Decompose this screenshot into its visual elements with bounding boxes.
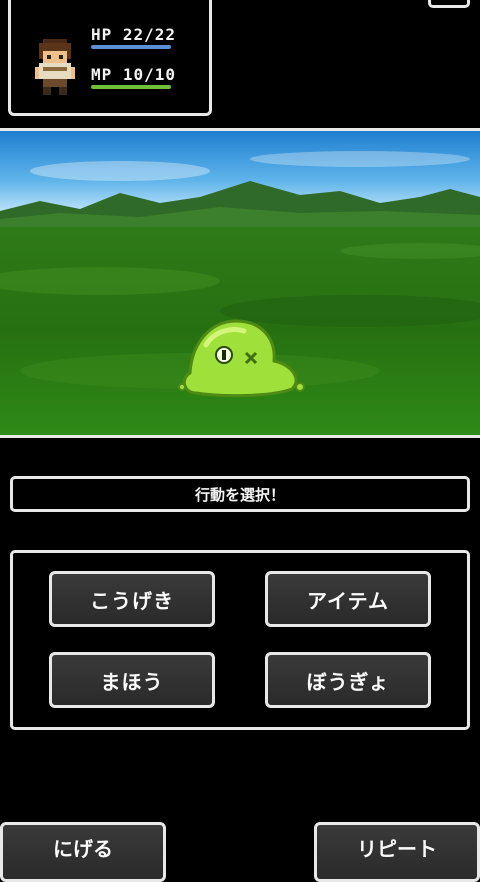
hp-bar bbox=[91, 45, 171, 49]
item-button[interactable]: アイテム bbox=[265, 571, 431, 627]
flee-button[interactable]: にげる bbox=[0, 822, 166, 882]
mp-bar bbox=[91, 85, 171, 89]
magic-button[interactable]: まほう bbox=[49, 652, 215, 708]
action-prompt: 行動を選択！ bbox=[10, 476, 470, 512]
battle-scene bbox=[0, 128, 480, 438]
attack-button[interactable]: こうげき bbox=[49, 571, 215, 627]
hero-sprite bbox=[35, 39, 75, 95]
command-menu: こうげき アイテム まほう ぼうぎょ bbox=[10, 550, 470, 730]
repeat-button[interactable]: リピート bbox=[314, 822, 480, 882]
mp-text: MP 10/10 bbox=[91, 65, 177, 84]
hp-text: HP 22/22 bbox=[91, 25, 177, 44]
defend-button[interactable]: ぼうぎょ bbox=[265, 652, 431, 708]
corner-frame bbox=[428, 0, 470, 8]
battle-background bbox=[0, 131, 480, 435]
action-prompt-text: 行動を選択！ bbox=[194, 485, 285, 504]
status-panel: HP 22/22 MP 10/10 bbox=[8, 0, 212, 116]
